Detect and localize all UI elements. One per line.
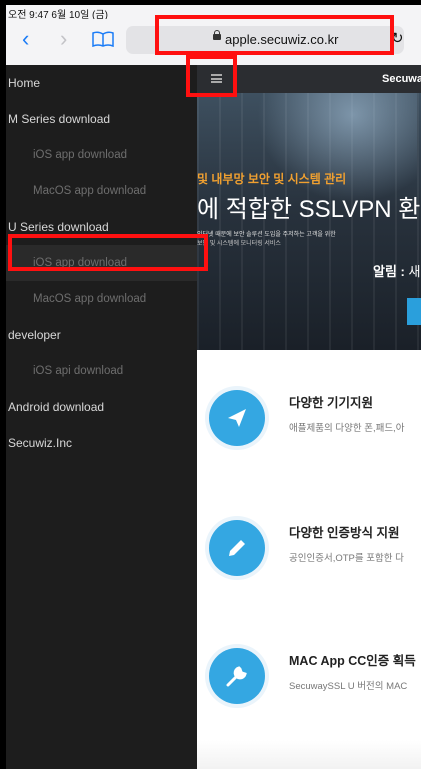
back-button[interactable]: ‹: [22, 27, 29, 51]
notice-text[interactable]: 알림 : 새로운: [373, 261, 421, 280]
feature-title: 다양한 기기지원: [289, 396, 373, 410]
features-section: 다양한 기기지원 애플제품의 다양한 폰,패드,아 다양한 인증방식 지원 공인…: [197, 350, 421, 769]
feature-title: MAC App CC인증 획득: [289, 654, 416, 668]
pencil-icon: [229, 540, 245, 556]
paper-plane-icon: [228, 409, 246, 427]
bookmarks-icon[interactable]: [92, 31, 114, 47]
site-brand[interactable]: Secuway: [382, 73, 421, 85]
feature-cc-certification: MAC App CC인증 획득 SecuwaySSL U 버전의 MAC: [197, 648, 421, 738]
feature-title: 다양한 인증방식 지원: [289, 526, 400, 540]
sidebar-item-developer[interactable]: developer: [6, 317, 197, 353]
feature-auth-methods: 다양한 인증방식 지원 공인인증서,OTP를 포함한 다: [197, 520, 421, 610]
browser-window: 오전 9:47 6월 10일 (금) ‹ › apple.secuwiz.co.…: [6, 5, 421, 769]
notice-message: 새로운: [408, 264, 421, 279]
sidebar-item-ios-api[interactable]: iOS api download: [6, 353, 197, 389]
sidebar-item-secuwiz[interactable]: Secuwiz.Inc: [6, 425, 197, 461]
wrench-icon: [226, 666, 247, 687]
notice-label: 알림 :: [373, 264, 405, 279]
feature-desc: 애플제품의 다양한 폰,패드,아: [289, 423, 405, 434]
hero-line-4: 보안 및 시스템에 모니터링 서비스: [197, 241, 281, 247]
hero-line-2: 에 적합한 SSLVPN 환경: [197, 196, 421, 223]
feature-desc: SecuwaySSL U 버전의 MAC: [289, 681, 408, 692]
sidebar-item-m-series[interactable]: M Series download: [6, 101, 197, 137]
hero-line-1: 및 내부망 보안 및 시스템 관리: [197, 172, 347, 186]
sidebar-item-home[interactable]: Home: [6, 65, 197, 101]
hero-action-button[interactable]: [407, 298, 421, 325]
hero-line-3: 인터넷 때문에 보안 솔루션 도입을 주저하는 고객을 위한: [197, 232, 336, 238]
footer-strip: [197, 740, 421, 769]
feature-desc: 공인인증서,OTP를 포함한 다: [289, 553, 404, 564]
feature-circle: [209, 648, 265, 704]
sidebar-item-android[interactable]: Android download: [6, 389, 197, 425]
sidebar-menu: Home M Series download iOS app download …: [6, 65, 197, 769]
feature-circle: [209, 390, 265, 446]
feature-circle: [209, 520, 265, 576]
sidebar-item-m-ios-app[interactable]: iOS app download: [6, 137, 197, 173]
highlight-box-ios-app-download: [8, 234, 208, 271]
sidebar-item-u-macos-app[interactable]: MacOS app download: [6, 281, 197, 317]
feature-device-support: 다양한 기기지원 애플제품의 다양한 폰,패드,아: [197, 390, 421, 480]
highlight-box-menu-button: [186, 55, 237, 97]
sidebar-item-m-macos-app[interactable]: MacOS app download: [6, 173, 197, 209]
highlight-box-address-bar: [155, 15, 394, 55]
hero-banner: 및 내부망 보안 및 시스템 관리 에 적합한 SSLVPN 환경 인터넷 때문…: [197, 93, 421, 350]
forward-button[interactable]: ›: [60, 27, 67, 51]
